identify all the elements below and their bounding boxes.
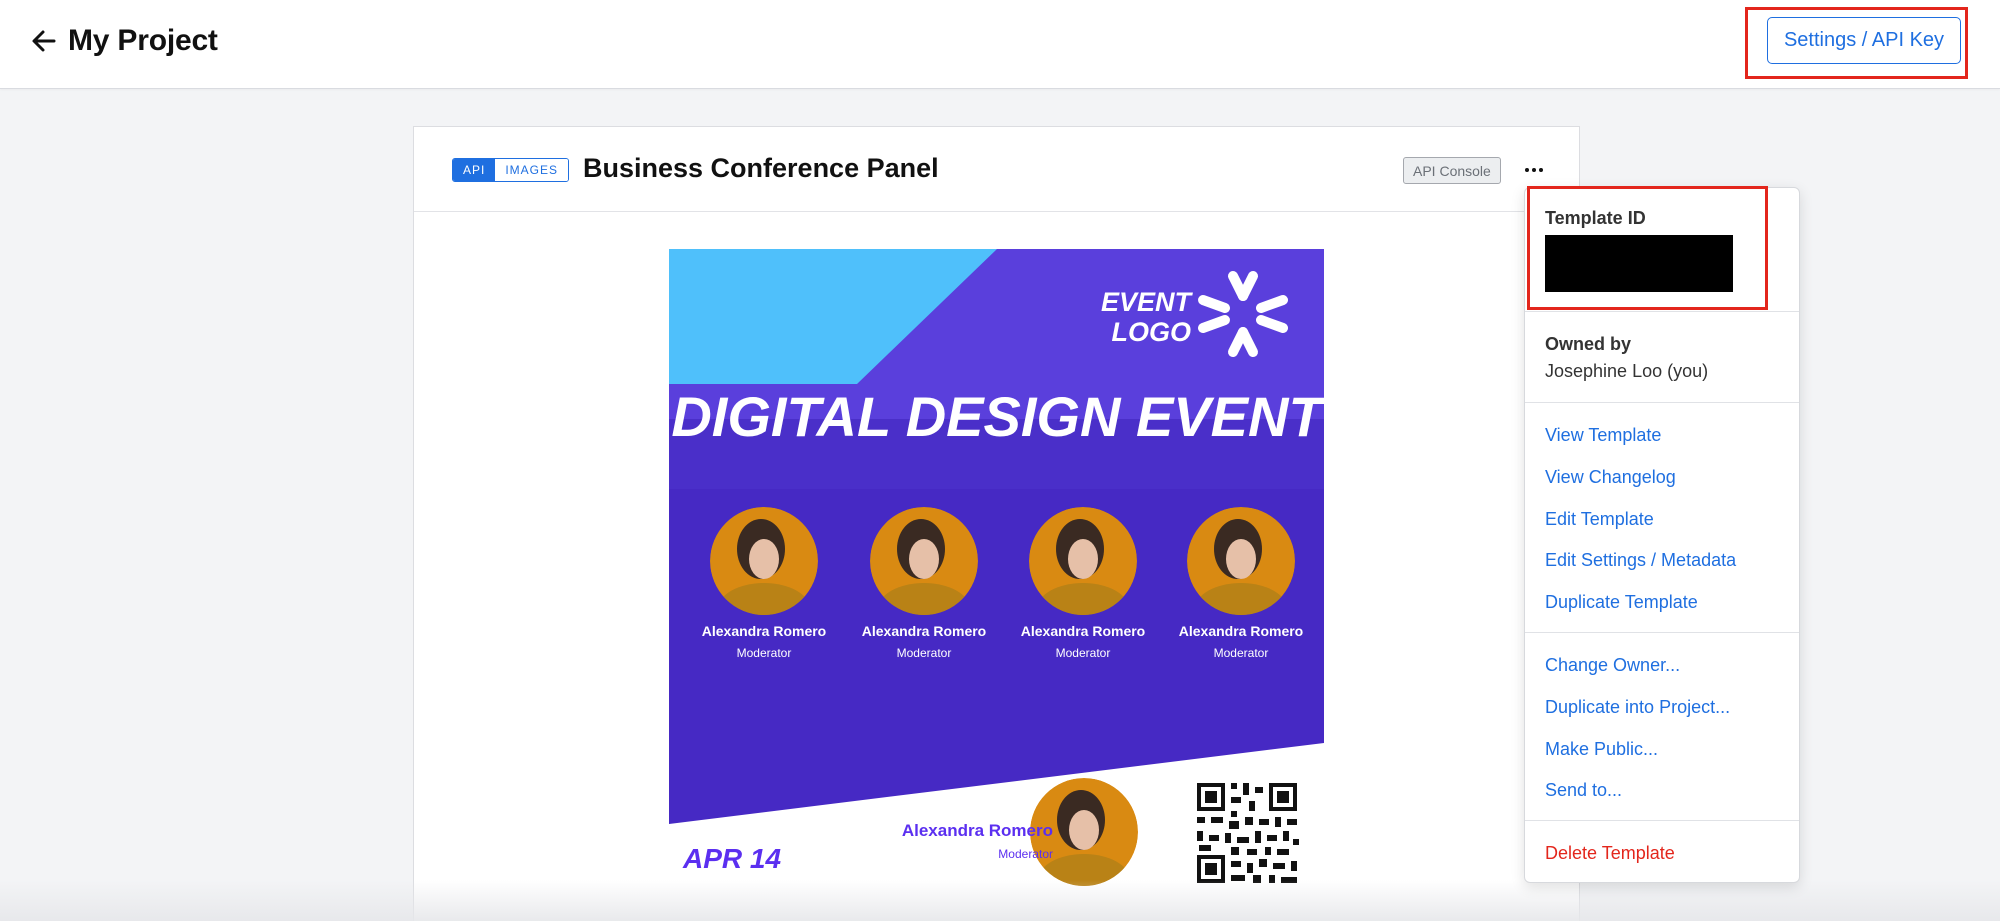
api-console-button[interactable]: API Console bbox=[1403, 157, 1501, 184]
menu-item-edit-template[interactable]: Edit Template bbox=[1545, 509, 1654, 530]
poster-graphic: EVENT LOGO DIGITAL DESIGN EVENT Alexandr… bbox=[669, 249, 1324, 904]
top-bar: My Project Settings / API Key bbox=[0, 0, 2000, 89]
menu-item-view-template[interactable]: View Template bbox=[1545, 425, 1661, 446]
more-dot-icon bbox=[1532, 168, 1536, 172]
more-dot-icon bbox=[1539, 168, 1543, 172]
menu-divider bbox=[1525, 402, 1799, 403]
menu-item-duplicate-template[interactable]: Duplicate Template bbox=[1545, 592, 1698, 613]
menu-item-delete-template[interactable]: Delete Template bbox=[1545, 843, 1675, 864]
template-card-header: API IMAGES Business Conference Panel API… bbox=[414, 127, 1579, 212]
template-options-menu: Template ID Owned by Josephine Loo (you)… bbox=[1524, 186, 1800, 883]
badge-api: API bbox=[453, 159, 496, 181]
owned-by-value: Josephine Loo (you) bbox=[1545, 361, 1709, 381]
project-title: My Project bbox=[68, 24, 218, 57]
speaker-name: Alexandra Romero bbox=[702, 623, 826, 639]
speaker-role: Moderator bbox=[1214, 646, 1269, 660]
settings-api-key-button[interactable]: Settings / API Key bbox=[1767, 17, 1961, 64]
menu-divider bbox=[1525, 820, 1799, 821]
poster-headline: DIGITAL DESIGN EVENT bbox=[671, 385, 1324, 448]
host-name: Alexandra Romero bbox=[902, 821, 1053, 840]
speaker-name: Alexandra Romero bbox=[1021, 623, 1145, 639]
event-date: APR 14 bbox=[682, 843, 781, 874]
menu-item-edit-settings-metadata[interactable]: Edit Settings / Metadata bbox=[1545, 550, 1736, 571]
logo-line2: LOGO bbox=[1112, 317, 1192, 347]
template-title: Business Conference Panel bbox=[583, 153, 939, 183]
more-dot-icon bbox=[1525, 168, 1529, 172]
back-to-project-link[interactable]: My Project bbox=[30, 24, 218, 58]
menu-divider bbox=[1525, 311, 1799, 312]
logo-line1: EVENT bbox=[1101, 287, 1194, 317]
speaker-role: Moderator bbox=[1056, 646, 1111, 660]
qr-code-icon bbox=[1195, 781, 1299, 885]
menu-item-make-public[interactable]: Make Public... bbox=[1545, 739, 1658, 760]
owned-by-label: Owned by bbox=[1545, 334, 1632, 354]
speaker-role: Moderator bbox=[737, 646, 792, 660]
menu-divider bbox=[1525, 632, 1799, 633]
speaker-role: Moderator bbox=[897, 646, 952, 660]
menu-item-duplicate-into-project[interactable]: Duplicate into Project... bbox=[1545, 697, 1730, 718]
menu-item-view-changelog[interactable]: View Changelog bbox=[1545, 467, 1676, 488]
host-role: Moderator bbox=[998, 847, 1053, 861]
more-options-button[interactable] bbox=[1521, 157, 1547, 183]
speaker-name: Alexandra Romero bbox=[862, 623, 986, 639]
template-type-badge: API IMAGES bbox=[452, 158, 570, 182]
arrow-left-icon bbox=[32, 30, 56, 52]
badge-images: IMAGES bbox=[495, 159, 569, 181]
template-preview-image[interactable]: EVENT LOGO DIGITAL DESIGN EVENT Alexandr… bbox=[669, 249, 1324, 904]
menu-item-send-to[interactable]: Send to... bbox=[1545, 780, 1622, 801]
menu-item-change-owner[interactable]: Change Owner... bbox=[1545, 655, 1680, 676]
template-id-highlight-box bbox=[1527, 186, 1768, 310]
speaker-name: Alexandra Romero bbox=[1179, 623, 1303, 639]
